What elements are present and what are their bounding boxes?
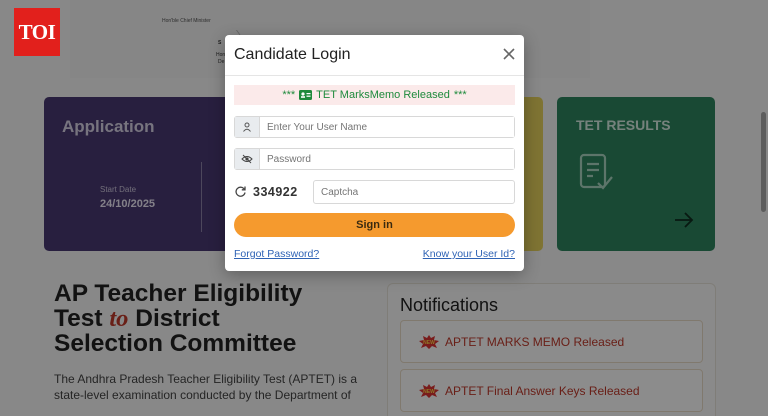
toi-logo: TOI (14, 8, 60, 56)
banner-text: TET MarksMemo Released (316, 89, 450, 101)
banner-prefix: *** (282, 89, 296, 101)
marksmemo-release-banner[interactable]: *** TET MarksMemo Released *** (234, 85, 515, 105)
password-field-group (234, 148, 515, 170)
username-field-group (234, 116, 515, 138)
banner-suffix: *** (453, 89, 467, 101)
candidate-login-modal: Candidate Login *** TET MarksMemo Releas… (225, 35, 524, 271)
modal-title: Candidate Login (234, 46, 351, 63)
forgot-password-link[interactable]: Forgot Password? (234, 248, 319, 260)
know-user-id-link[interactable]: Know your User Id? (423, 248, 515, 260)
username-input[interactable] (260, 117, 514, 137)
sign-in-button[interactable]: Sign in (234, 213, 515, 237)
captcha-code: 334922 (253, 185, 298, 199)
captcha-group: 334922 (234, 180, 515, 204)
modal-header: Candidate Login (225, 35, 524, 76)
close-icon[interactable] (500, 45, 518, 63)
user-icon (235, 117, 260, 137)
captcha-input[interactable] (313, 180, 515, 204)
password-input[interactable] (260, 149, 514, 169)
eye-slash-icon[interactable] (235, 149, 260, 169)
refresh-icon[interactable] (234, 185, 247, 198)
id-card-icon (299, 90, 313, 100)
